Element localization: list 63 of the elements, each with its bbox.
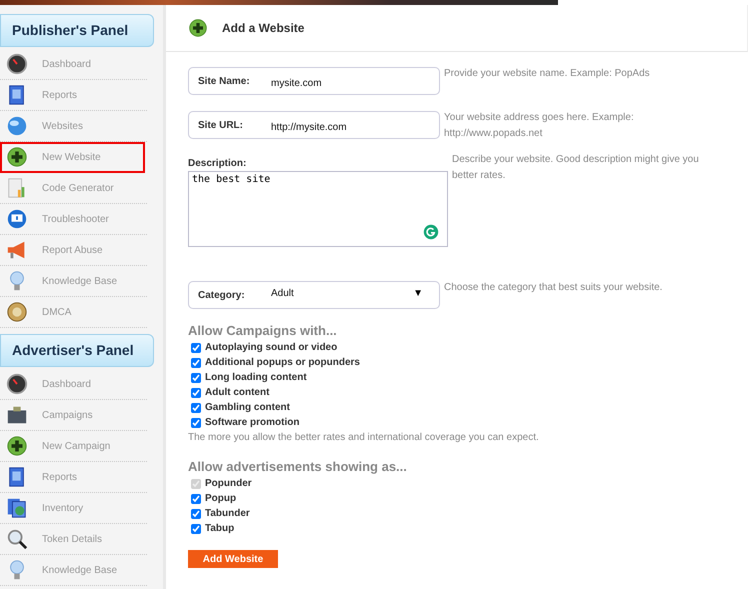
site-url-field[interactable]: Site URL: http://mysite.com [188, 111, 440, 139]
sidebar-item[interactable]: Code Generator [0, 173, 147, 204]
help-text: Describe your website. Good description might give you better rates. [452, 153, 699, 183]
checkbox[interactable] [191, 372, 201, 382]
sidebar-item[interactable]: Campaigns [0, 400, 147, 431]
documents-icon [6, 497, 28, 519]
sidebar-item[interactable]: Troubleshooter [0, 204, 147, 235]
sidebar-item[interactable]: Reports [0, 462, 147, 493]
magnifier-icon [6, 528, 28, 550]
plus-icon [6, 435, 28, 457]
sidebar-item[interactable]: Report Abuse [0, 235, 147, 266]
checkbox[interactable] [191, 388, 201, 398]
section-heading: Allow advertisements showing as... [188, 459, 408, 474]
checkbox-label: Tabunder [205, 508, 250, 519]
panel-header: Publisher's Panel [0, 14, 154, 47]
checkbox[interactable] [191, 494, 201, 504]
checkbox-label: Autoplaying sound or video [205, 342, 338, 353]
sidebar-item[interactable]: DMCA [0, 297, 147, 328]
globe-icon [6, 115, 28, 137]
checkbox-label: Popunder [205, 478, 252, 489]
sidebar-item[interactable]: Websites [0, 111, 147, 142]
sidebar-item[interactable]: Dashboard [0, 49, 147, 80]
checkbox[interactable] [191, 418, 201, 428]
description-label: Description: [188, 158, 248, 169]
sidebar-item[interactable]: New Campaign [0, 431, 147, 462]
site-name-field[interactable]: Site Name: mysite.com [188, 67, 440, 95]
help-text: Your website address goes here. Example: http://www.popads.net [444, 111, 634, 141]
checkbox-label: Long loading content [205, 372, 307, 383]
checkbox-label: Tabup [205, 523, 234, 534]
panel-header: Advertiser's Panel [0, 334, 154, 367]
sidebar-item[interactable]: Inventory [0, 493, 147, 524]
checkbox[interactable] [191, 342, 201, 352]
checkbox[interactable] [191, 358, 201, 368]
sidebar-item[interactable]: New Website [0, 142, 145, 173]
sidebar-item[interactable]: Knowledge Base [0, 555, 147, 586]
note-text: The more you allow the better rates and international coverage you can expect. [188, 432, 540, 443]
checkbox-label: Software promotion [205, 417, 300, 428]
section-heading: Allow Campaigns with... [188, 323, 338, 338]
plus-icon [6, 146, 28, 168]
category-dropdown[interactable]: Category: Adult ▼ [188, 281, 440, 309]
help-text: Choose the category that best suits your website. [444, 281, 662, 295]
checkbox[interactable] [191, 524, 201, 534]
monitor-icon [6, 208, 28, 230]
help-text: Provide your website name. Example: PopAds [444, 67, 650, 81]
grammar-check-icon[interactable] [423, 224, 439, 240]
checkbox-label: Gambling content [205, 402, 290, 413]
page-title: Add a Website [222, 21, 304, 35]
sidebar-item[interactable]: Token Details [0, 524, 147, 555]
sidebar-item[interactable]: Reports [0, 80, 147, 111]
sidebar-item[interactable]: Dashboard [0, 369, 147, 400]
checkbox[interactable] [191, 508, 201, 518]
seal-icon [6, 301, 28, 323]
checkbox[interactable] [191, 402, 201, 412]
checkbox-label: Adult content [205, 387, 270, 398]
sidebar-item[interactable]: Knowledge Base [0, 266, 147, 297]
plus-icon [188, 18, 208, 38]
checkbox-label: Additional popups or popunders [205, 357, 360, 368]
gauge-icon [6, 53, 28, 75]
wallet-icon [6, 404, 28, 426]
add-website-button[interactable]: Add Website [188, 550, 278, 568]
checkbox-label: Popup [205, 493, 236, 504]
description-field[interactable]: the best site [188, 171, 448, 247]
gauge-icon [6, 373, 28, 395]
